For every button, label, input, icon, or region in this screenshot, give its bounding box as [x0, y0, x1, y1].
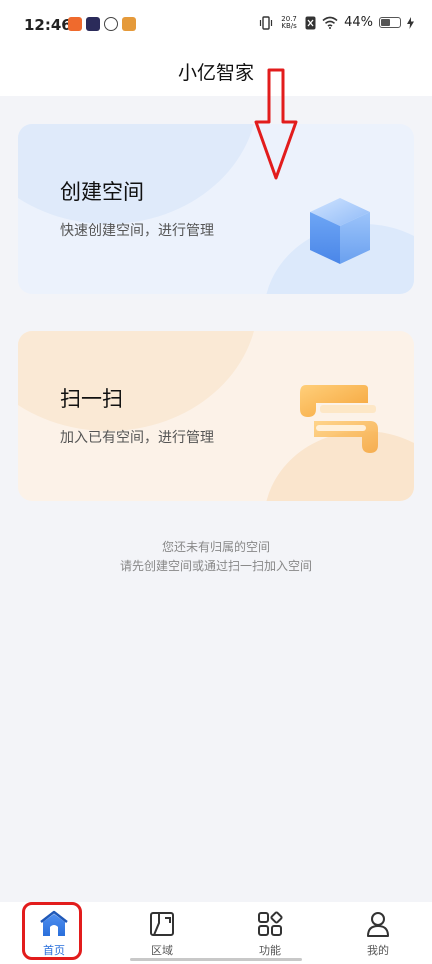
scan-icon	[300, 385, 378, 453]
battery-icon	[379, 17, 401, 28]
battery-percent: 44%	[344, 15, 373, 30]
vibrate-icon	[259, 15, 273, 30]
scan-card[interactable]: 扫一扫 加入已有空间，进行管理	[18, 331, 414, 501]
area-icon	[150, 912, 174, 936]
status-bar: 12:46 20.7 KB/s 44%	[0, 0, 432, 52]
nav-function-label: 功能	[259, 944, 281, 957]
charging-icon	[407, 16, 414, 29]
cube-icon	[310, 198, 370, 264]
nav-profile[interactable]: 我的	[324, 902, 432, 964]
sim-off-icon	[305, 16, 316, 29]
nav-area-label: 区域	[151, 944, 173, 957]
nav-area[interactable]: 区域	[108, 902, 216, 964]
create-space-subtitle: 快速创建空间，进行管理	[60, 223, 214, 239]
network-speed-unit: KB/s	[281, 21, 297, 30]
app-notification-icon	[68, 17, 82, 31]
empty-state-line: 您还未有归属的空间	[161, 540, 270, 554]
annotation-highlight	[22, 902, 82, 960]
game-app-icon	[122, 17, 136, 31]
status-time: 12:46	[24, 16, 72, 34]
scan-title: 扫一扫	[60, 387, 123, 411]
nav-function[interactable]: 功能	[216, 902, 324, 964]
empty-state-message: 您还未有归属的空间 请先创建空间或通过扫一扫加入空间	[0, 538, 432, 576]
function-icon	[258, 911, 283, 936]
create-space-title: 创建空间	[60, 180, 144, 204]
card-decoration	[18, 331, 258, 431]
page-title: 小亿智家	[177, 62, 254, 84]
play-app-icon	[86, 17, 100, 31]
nav-profile-label: 我的	[367, 944, 389, 957]
create-space-card[interactable]: 创建空间 快速创建空间，进行管理	[18, 124, 414, 294]
status-indicators: 20.7 KB/s 44%	[259, 15, 414, 30]
network-speed: 20.7 KB/s	[279, 15, 299, 30]
wifi-icon	[322, 16, 338, 29]
empty-state-line: 请先创建空间或通过扫一扫加入空间	[119, 559, 312, 573]
link-app-icon	[104, 17, 118, 31]
title-bar: 小亿智家	[0, 52, 432, 96]
profile-icon	[367, 912, 389, 937]
notification-icons	[68, 17, 136, 31]
home-indicator[interactable]	[130, 958, 302, 961]
card-decoration	[18, 124, 258, 224]
scan-subtitle: 加入已有空间，进行管理	[60, 430, 214, 446]
annotation-arrow-icon	[254, 68, 298, 180]
